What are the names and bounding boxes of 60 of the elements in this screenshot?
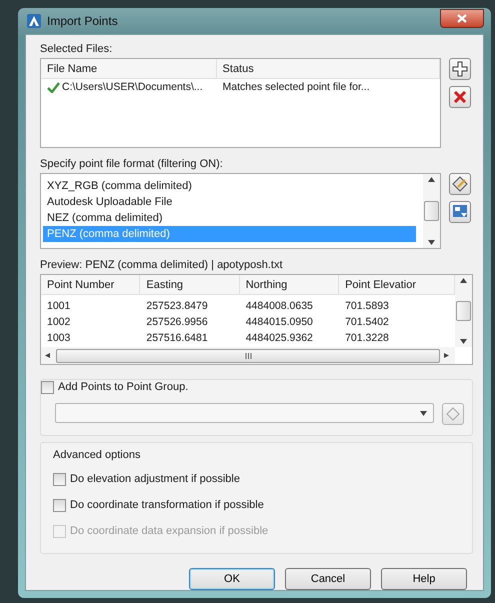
vertical-scrollbar[interactable] — [423, 174, 440, 248]
plus-icon — [452, 61, 468, 77]
edit-format-button[interactable] — [449, 173, 471, 195]
scroll-thumb[interactable] — [456, 301, 471, 321]
table-cell: 257516.6481 — [146, 332, 208, 344]
close-button[interactable] — [440, 8, 484, 28]
table-cell: 1002 — [47, 316, 70, 328]
diamond-pencil-icon — [452, 176, 468, 192]
right-arrow-icon[interactable] — [444, 353, 451, 358]
preview-label: Preview: PENZ (comma delimited) | apotyposh.txt — [40, 259, 284, 271]
grip-icon — [244, 352, 252, 358]
option-checkbox[interactable]: Do elevation adjustment if possible — [53, 471, 460, 487]
column-header[interactable]: Northing — [240, 275, 340, 294]
cross-icon — [453, 91, 467, 103]
close-icon — [457, 14, 467, 22]
dialog-button[interactable]: Cancel — [285, 568, 371, 590]
manage-formats-button[interactable] — [449, 201, 471, 223]
table-cell: 1003 — [47, 332, 70, 344]
add-button[interactable] — [449, 58, 471, 80]
scroll-thumb[interactable] — [424, 201, 439, 221]
down-arrow-icon[interactable] — [460, 339, 467, 344]
format-item[interactable]: Autodesk Uploadable File — [43, 194, 416, 210]
format-label: Specify point file format (filtering ON): — [40, 158, 224, 170]
table-cell: 701.3228 — [345, 332, 389, 344]
table-cell: 701.5402 — [345, 316, 389, 328]
dialog-button[interactable]: OK — [189, 568, 275, 590]
app-logo-icon — [27, 14, 41, 28]
table-cell: 257523.8479 — [146, 300, 208, 312]
format-item[interactable]: XYZ_RGB (comma delimited) — [43, 178, 416, 194]
column-header[interactable]: Easting — [140, 275, 240, 294]
format-list[interactable]: XYZ_RGB (comma delimited) Autodesk Uploadable File NEZ (comma delimited) PENZ (comma delimited) — [40, 173, 441, 249]
option-checkbox[interactable]: Do coordinate transformation if possible — [53, 497, 460, 513]
selected-files-label: Selected Files: — [40, 43, 114, 55]
table-cell: 257526.9956 — [146, 316, 208, 328]
diamond-icon — [446, 407, 460, 421]
table-cell: 4484008.0635 — [246, 300, 313, 312]
check-mark-icon — [47, 82, 60, 92]
advanced-options-label: Advanced options — [53, 449, 142, 461]
column-header[interactable]: Status — [216, 59, 440, 78]
remove-button[interactable] — [449, 86, 471, 108]
up-arrow-icon[interactable] — [428, 177, 435, 182]
left-arrow-icon[interactable] — [45, 353, 52, 358]
table-cell: 701.5893 — [345, 300, 389, 312]
window-title: Import Points — [47, 14, 118, 28]
up-arrow-icon[interactable] — [460, 278, 467, 283]
table-cell: 4484025.9362 — [246, 332, 313, 344]
down-arrow-icon[interactable] — [428, 240, 435, 245]
table-cell: 1001 — [47, 300, 70, 312]
column-header[interactable]: Point Number — [41, 275, 140, 294]
horizontal-scrollbar[interactable] — [41, 347, 455, 364]
vertical-scrollbar[interactable] — [455, 275, 472, 347]
file-name-cell: C:\Users\USER\Documents\... — [62, 81, 203, 93]
status-cell: Matches selected point file for... — [222, 81, 370, 93]
dialog-button[interactable]: Help — [381, 568, 467, 590]
table-cell: 4484015.0950 — [246, 316, 313, 328]
column-header[interactable]: File Name — [41, 59, 217, 78]
format-item[interactable]: NEZ (comma delimited) — [43, 210, 416, 226]
selected-files-list[interactable]: File Name Status C:\Users\USER\Documents\... Matches selected point file for... — [40, 58, 441, 148]
down-arrow-icon[interactable] — [420, 410, 427, 416]
scroll-thumb[interactable] — [56, 348, 440, 362]
